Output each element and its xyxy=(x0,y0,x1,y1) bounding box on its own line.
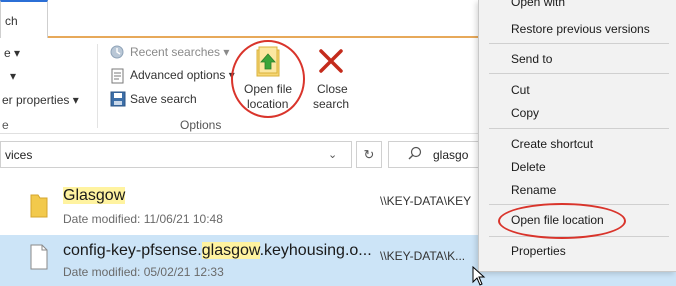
close-search-button[interactable]: Close search xyxy=(309,42,355,114)
open-file-location-label-1: Open file xyxy=(244,82,293,96)
file-name: Glasgow xyxy=(63,187,126,204)
menu-item-rename[interactable]: Rename xyxy=(511,183,556,197)
ribbon-left-group-label: e xyxy=(2,118,9,132)
save-search-button[interactable]: Save search xyxy=(130,92,197,106)
menu-separator xyxy=(489,204,669,205)
refresh-icon: ↻ xyxy=(363,147,375,162)
options-group-label: Options xyxy=(180,118,222,132)
menu-item-properties[interactable]: Properties xyxy=(511,244,566,258)
chevron-down-icon[interactable]: ⌄ xyxy=(328,148,337,161)
advanced-options-button[interactable]: Advanced options ▾ xyxy=(130,68,235,82)
ribbon-left-item-1[interactable]: e ▾ xyxy=(4,46,20,60)
menu-item-delete[interactable]: Delete xyxy=(511,160,546,174)
tab-search[interactable]: ch xyxy=(0,0,48,38)
menu-item-open-file-location[interactable]: Open file location xyxy=(511,213,604,227)
save-search-icon xyxy=(110,91,126,107)
file-location: \\KEY-DATA\KEY xyxy=(380,194,472,208)
file-name: config-key-pfsense.glasgow.keyhousing.o.… xyxy=(63,242,372,259)
search-icon xyxy=(408,146,422,165)
folder-icon xyxy=(29,193,49,219)
mouse-cursor-icon xyxy=(472,265,486,286)
open-file-location-icon xyxy=(256,44,282,78)
menu-item-open-with[interactable]: Open with xyxy=(511,0,565,9)
refresh-button[interactable]: ↻ xyxy=(356,141,382,168)
menu-separator xyxy=(489,236,669,237)
file-date-modified: Date modified: 11/06/21 10:48 xyxy=(63,212,223,226)
close-search-label-1: Close xyxy=(317,82,348,96)
menu-item-restore-previous-versions[interactable]: Restore previous versions xyxy=(511,22,650,36)
menu-item-copy[interactable]: Copy xyxy=(511,106,539,120)
recent-searches-button[interactable]: Recent searches ▾ xyxy=(130,45,229,59)
ribbon-left-item-3[interactable]: er properties ▾ xyxy=(2,93,79,107)
file-location: \\KEY-DATA\K... xyxy=(380,249,466,263)
close-search-label-2: search xyxy=(313,97,350,111)
file-date-modified: Date modified: 05/02/21 12:33 xyxy=(63,265,224,279)
context-menu: Open with Restore previous versions Send… xyxy=(478,0,676,272)
menu-separator xyxy=(489,73,669,74)
file-icon xyxy=(29,244,49,270)
search-input[interactable]: glasgo xyxy=(388,141,488,168)
ribbon-divider xyxy=(97,44,98,128)
recent-searches-icon xyxy=(110,45,126,59)
menu-separator xyxy=(489,43,669,44)
open-file-location-label-2: location xyxy=(247,97,289,111)
menu-separator xyxy=(489,128,669,129)
address-bar[interactable]: vices xyxy=(0,141,352,168)
ribbon-left-item-2[interactable]: ▾ xyxy=(10,69,16,83)
menu-item-send-to[interactable]: Send to xyxy=(511,52,552,66)
close-icon xyxy=(318,48,344,74)
open-file-location-ribbon-button[interactable]: Open file location xyxy=(236,42,300,114)
menu-item-create-shortcut[interactable]: Create shortcut xyxy=(511,137,593,151)
tab-search-label: ch xyxy=(5,14,18,28)
address-path: vices xyxy=(5,148,33,162)
advanced-options-icon xyxy=(110,68,126,84)
search-query: glasgo xyxy=(433,148,469,162)
menu-item-cut[interactable]: Cut xyxy=(511,83,530,97)
